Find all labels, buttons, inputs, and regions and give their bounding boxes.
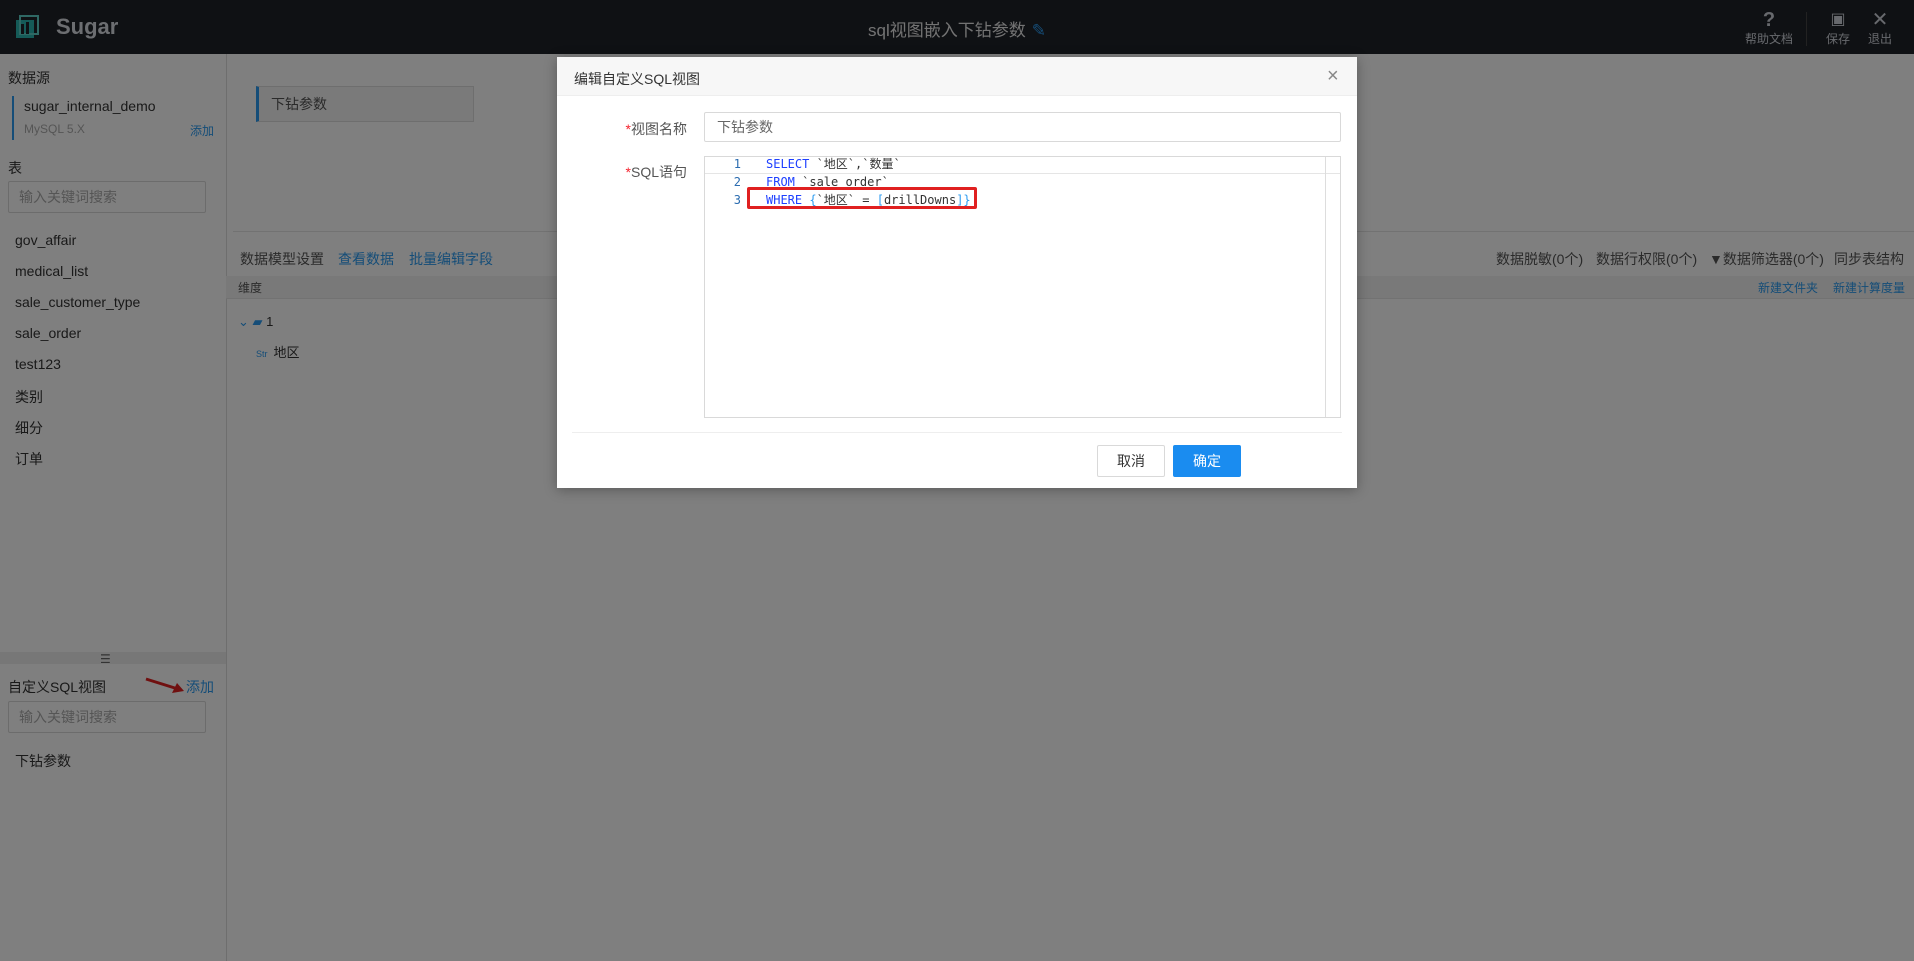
sql-keyword: SELECT — [766, 157, 810, 171]
close-icon[interactable]: × — [1327, 65, 1339, 88]
edit-sql-view-dialog: 编辑自定义SQL视图 × *视图名称 下钻参数 *SQL语句 1 SELECT `… — [557, 57, 1357, 488]
highlight-annotation — [747, 187, 977, 209]
line-number: 1 — [733, 157, 741, 171]
sql-label: *SQL语句 — [625, 164, 687, 180]
editor-scrollbar[interactable] — [1325, 157, 1326, 417]
view-name-label-text: 视图名称 — [631, 121, 687, 137]
line-number: 2 — [733, 175, 741, 189]
sql-text: `地区`,`数量` — [809, 157, 901, 171]
dialog-title: 编辑自定义SQL视图 — [574, 71, 701, 87]
view-name-input[interactable]: 下钻参数 — [704, 112, 1341, 142]
confirm-button[interactable]: 确定 — [1173, 445, 1241, 477]
view-name-label: *视图名称 — [625, 121, 687, 137]
line-number: 3 — [733, 193, 741, 207]
dialog-divider — [572, 432, 1342, 433]
sql-label-text: SQL语句 — [630, 164, 687, 180]
code-line: 1 SELECT `地区`,`数量` — [705, 155, 901, 173]
cancel-button[interactable]: 取消 — [1097, 445, 1165, 477]
sql-code-editor[interactable]: 1 SELECT `地区`,`数量` 2 FROM `sale_order` 3 WH… — [704, 156, 1341, 418]
